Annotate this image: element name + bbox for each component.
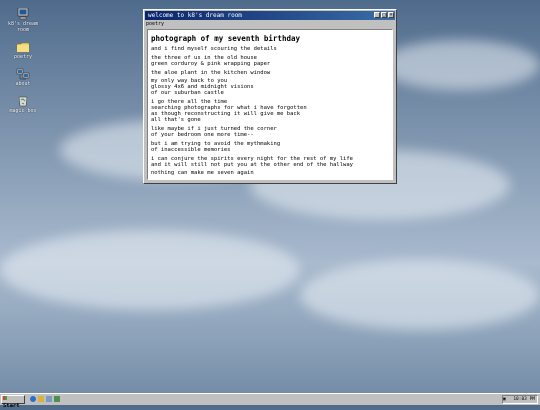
poetry-window: welcome to k8's dream room _ □ × poetry … bbox=[143, 9, 397, 184]
folder-icon bbox=[16, 41, 30, 53]
poem-stanza: my only way back to you glossy 4x6 and mi… bbox=[151, 78, 389, 96]
desktop-icon-label: magic box bbox=[9, 108, 37, 114]
poem-stanza: but i am trying to avoid the mythmaking o… bbox=[151, 141, 389, 153]
clock: 10:03 PM bbox=[513, 397, 535, 402]
windows-logo-icon bbox=[3, 396, 7, 400]
poem-stanza: i go there all the time searching photogr… bbox=[151, 99, 389, 123]
poem-stanza: the aloe plant in the kitchen window bbox=[151, 70, 389, 76]
wallpaper-cloud bbox=[300, 260, 540, 330]
poem-line: nothing can make me seven again bbox=[151, 170, 254, 177]
desktop-icon-label: k8's dream room bbox=[7, 21, 39, 33]
poem-stanza: and i find myself scouring the details bbox=[151, 46, 389, 52]
desktop-icon-about[interactable]: about bbox=[3, 68, 43, 87]
poem-line: the aloe plant in the kitchen window bbox=[151, 69, 271, 76]
desktop-icon-magic-box[interactable]: magic box bbox=[3, 95, 43, 114]
desktop-icon[interactable] bbox=[46, 396, 52, 402]
poem-line: and i find myself scouring the details bbox=[151, 46, 277, 52]
poem-stanza: like maybe if i just turned the corner of… bbox=[151, 126, 389, 138]
poem-line: and it will still not put you at the oth… bbox=[151, 161, 353, 168]
poem-body: and i find myself scouring the details th… bbox=[151, 46, 389, 176]
wallpaper-cloud bbox=[380, 40, 540, 90]
window-title: welcome to k8's dream room bbox=[148, 12, 242, 19]
poem-line: of our suburban castle bbox=[151, 90, 224, 97]
poem-stanza: i can conjure the spirits every night fo… bbox=[151, 156, 389, 168]
poem-line: of your bedroom one more time-- bbox=[151, 131, 254, 138]
window-titlebar[interactable]: welcome to k8's dream room _ □ × bbox=[145, 11, 395, 20]
start-button[interactable]: Start bbox=[1, 395, 25, 409]
maximize-button[interactable]: □ bbox=[381, 12, 387, 18]
poem-content: photograph of my seventh birthday and i … bbox=[147, 29, 393, 180]
system-tray: 10:03 PM bbox=[502, 395, 538, 404]
computer-icon bbox=[16, 7, 30, 20]
desktop-icon-dream-room[interactable]: k8's dream room bbox=[3, 7, 43, 33]
network-icon bbox=[16, 68, 30, 80]
poem-title: photograph of my seventh birthday bbox=[151, 34, 301, 43]
menu-item-poetry[interactable]: poetry bbox=[146, 21, 164, 27]
ie-icon[interactable] bbox=[30, 396, 36, 402]
taskbar: Start ▣ 10:03 PM bbox=[0, 393, 540, 409]
outlook-icon[interactable] bbox=[38, 396, 44, 402]
desktop-icon-poetry[interactable]: poetry bbox=[3, 41, 43, 60]
desktop-icon-label: poetry bbox=[13, 54, 33, 60]
wallpaper-cloud bbox=[0, 230, 300, 310]
channels-icon[interactable] bbox=[54, 396, 60, 402]
start-label: Start bbox=[3, 403, 20, 409]
window-menubar: poetry bbox=[144, 21, 396, 27]
poem-line: of inaccessible memories bbox=[151, 146, 231, 153]
poem-stanza: the three of us in the old house green co… bbox=[151, 55, 389, 67]
poem-stanza: nothing can make me seven again bbox=[151, 170, 389, 176]
close-button[interactable]: × bbox=[388, 12, 394, 18]
desktop-icon-label: about bbox=[15, 81, 31, 87]
recycle-bin-icon bbox=[16, 95, 30, 107]
minimize-button[interactable]: _ bbox=[374, 12, 380, 18]
poem-line: green corduroy & pink wrapping paper bbox=[151, 60, 271, 67]
poem-line: all that's gone bbox=[151, 117, 201, 124]
